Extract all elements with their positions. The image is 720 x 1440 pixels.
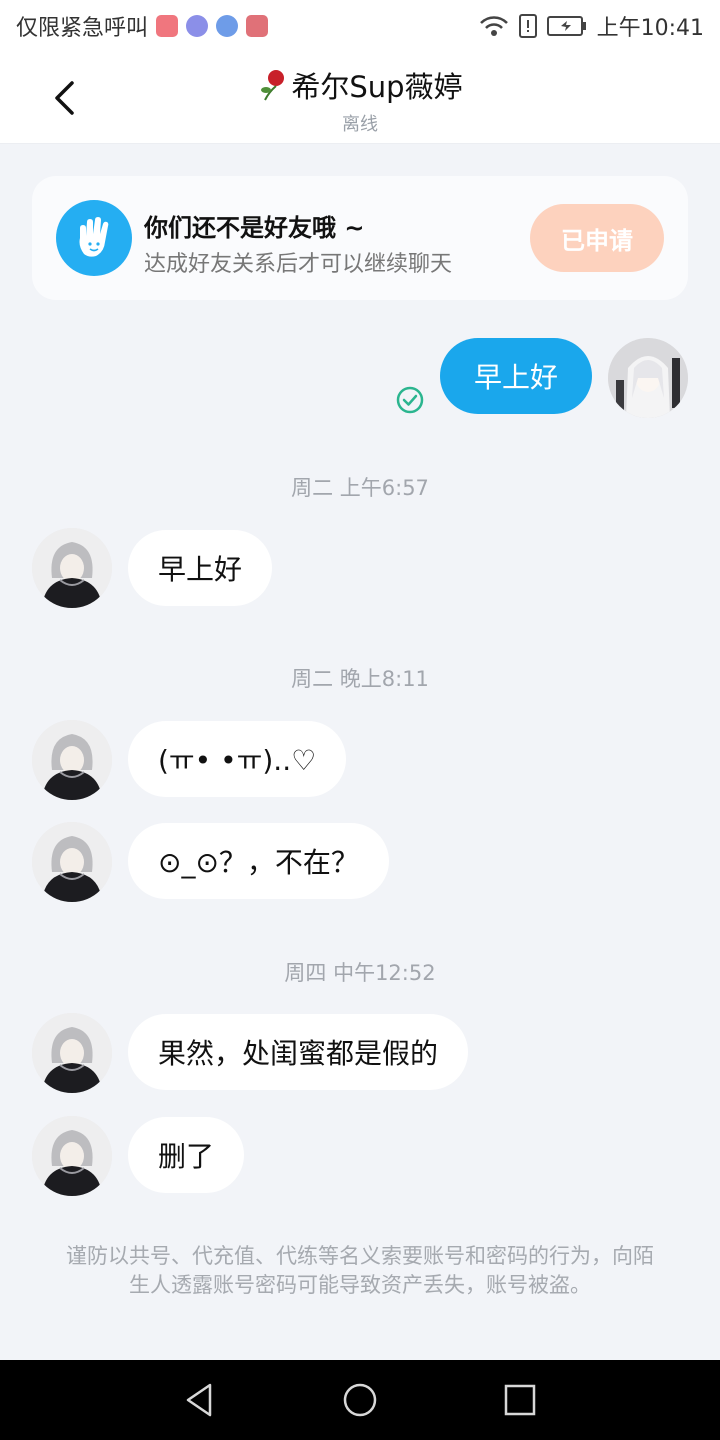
app-notification-icon — [246, 15, 269, 37]
nav-recents-icon[interactable] — [502, 1382, 538, 1418]
applied-button[interactable]: 已申请 — [530, 204, 664, 272]
browser-app-icon — [216, 15, 239, 37]
contact-avatar[interactable] — [32, 720, 112, 800]
security-notice: 谨防以共号、代充值、代练等名义索要账号和密码的行为，向陌生人透露账号密码可能导致… — [66, 1244, 654, 1297]
contact-name: 希尔Sup薇婷 — [291, 70, 463, 104]
nav-home-icon[interactable] — [342, 1382, 378, 1418]
battery-charging-icon — [546, 16, 586, 36]
incoming-message-bubble[interactable]: ⊙_⊙？，不在？ — [128, 823, 389, 899]
nav-back-icon[interactable] — [182, 1382, 218, 1418]
app-notification-icon — [156, 15, 179, 37]
incoming-message-bubble[interactable]: 删了 — [128, 1117, 245, 1193]
timestamp: 周二 上午6:57 — [291, 476, 429, 500]
carrier-text: 仅限紧急呼叫 — [16, 16, 149, 41]
check-circle-icon — [396, 386, 424, 414]
status-bar: 仅限紧急呼叫 上午10:41 — [0, 0, 720, 52]
online-status: 离线 — [342, 114, 378, 135]
my-avatar[interactable] — [608, 338, 688, 418]
music-app-icon — [186, 15, 209, 37]
wifi-icon — [479, 16, 508, 36]
alert-icon — [518, 14, 537, 38]
chat-header: 希尔Sup薇婷 离线 — [0, 52, 720, 144]
contact-avatar[interactable] — [32, 822, 112, 902]
not-friends-card: 你们还不是好友哦 ~ 达成好友关系后才可以继续聊天 已申请 — [32, 176, 688, 300]
timestamp: 周四 中午12:52 — [284, 961, 436, 985]
rose-icon — [261, 70, 285, 101]
timestamp: 周二 晚上8:11 — [291, 667, 429, 691]
outgoing-message-bubble[interactable]: 早上好 — [440, 338, 592, 414]
clock-text: 上午10:41 — [596, 16, 704, 41]
not-friends-title: 你们还不是好友哦 ~ — [144, 214, 365, 242]
incoming-message-bubble[interactable]: (ㅠ• •ㅠ)..♡ — [128, 721, 347, 797]
contact-avatar[interactable] — [32, 1116, 112, 1196]
navigation-bar — [0, 1360, 720, 1440]
title-block: 希尔Sup薇婷 离线 — [0, 64, 720, 136]
contact-avatar[interactable] — [32, 1013, 112, 1093]
not-friends-subtitle: 达成好友关系后才可以继续聊天 — [144, 252, 453, 277]
incoming-message-bubble[interactable]: 早上好 — [128, 530, 273, 606]
waving-hand-icon — [56, 200, 132, 276]
incoming-message-bubble[interactable]: 果然，处闺蜜都是假的 — [128, 1014, 469, 1090]
contact-avatar[interactable] — [32, 528, 112, 608]
